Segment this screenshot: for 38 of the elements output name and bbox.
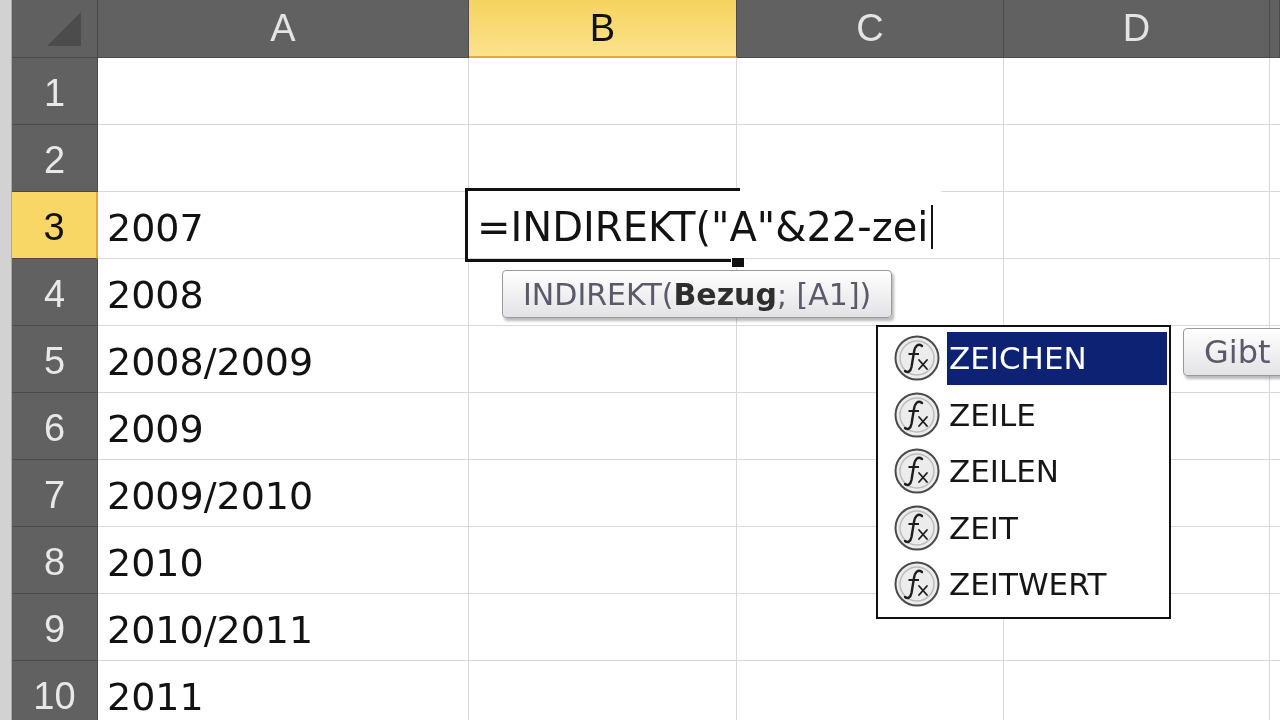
column-header[interactable]: D <box>1004 0 1270 58</box>
row-header[interactable]: 9 <box>12 594 98 661</box>
autocomplete-item[interactable]: ZEIT <box>947 501 1167 555</box>
table-cell: 2010/2011 <box>107 607 314 652</box>
cell-editor-field[interactable]: =INDIREKT("A"&22-zei <box>468 191 942 258</box>
table-cell: 2009 <box>107 406 204 451</box>
row-header[interactable]: 7 <box>12 460 98 527</box>
fill-handle[interactable] <box>731 257 745 268</box>
row-header[interactable]: 6 <box>12 393 98 460</box>
function-icon <box>894 561 940 608</box>
table-cell: 2008/2009 <box>107 339 314 384</box>
row-header[interactable]: 5 <box>12 326 98 393</box>
autocomplete-item[interactable]: ZEITWERT <box>947 557 1167 611</box>
row-header[interactable]: 3 <box>12 192 98 259</box>
row-header[interactable]: 4 <box>12 259 98 326</box>
function-icon <box>894 391 940 438</box>
table-cell: 2007 <box>107 205 204 250</box>
table-cell: 2008 <box>107 272 204 317</box>
column-header[interactable]: A <box>98 0 469 58</box>
row-header[interactable]: 2 <box>12 125 98 192</box>
function-icon <box>894 335 940 382</box>
table-cell: 2009/2010 <box>107 473 314 518</box>
function-description-tooltip: Gibt <box>1183 328 1280 376</box>
row-header[interactable]: 8 <box>12 527 98 594</box>
column-header[interactable] <box>1270 0 1280 58</box>
column-header[interactable]: B <box>469 0 737 58</box>
autocomplete-item[interactable]: ZEILE <box>947 388 1167 442</box>
row-header[interactable]: 1 <box>12 58 98 125</box>
autocomplete-item[interactable]: ZEILEN <box>947 444 1167 498</box>
function-icon <box>894 448 940 495</box>
function-icon <box>894 504 940 551</box>
column-header[interactable]: C <box>737 0 1004 58</box>
table-cell: 2010 <box>107 540 204 585</box>
row-header[interactable]: 10 <box>12 661 98 720</box>
autocomplete-item[interactable]: ZEICHEN <box>947 331 1167 385</box>
text-cursor-icon <box>931 204 934 249</box>
formula-syntax-tooltip: INDIREKT(Bezug; [A1]) <box>502 270 893 318</box>
table-cell: 2011 <box>107 674 204 719</box>
